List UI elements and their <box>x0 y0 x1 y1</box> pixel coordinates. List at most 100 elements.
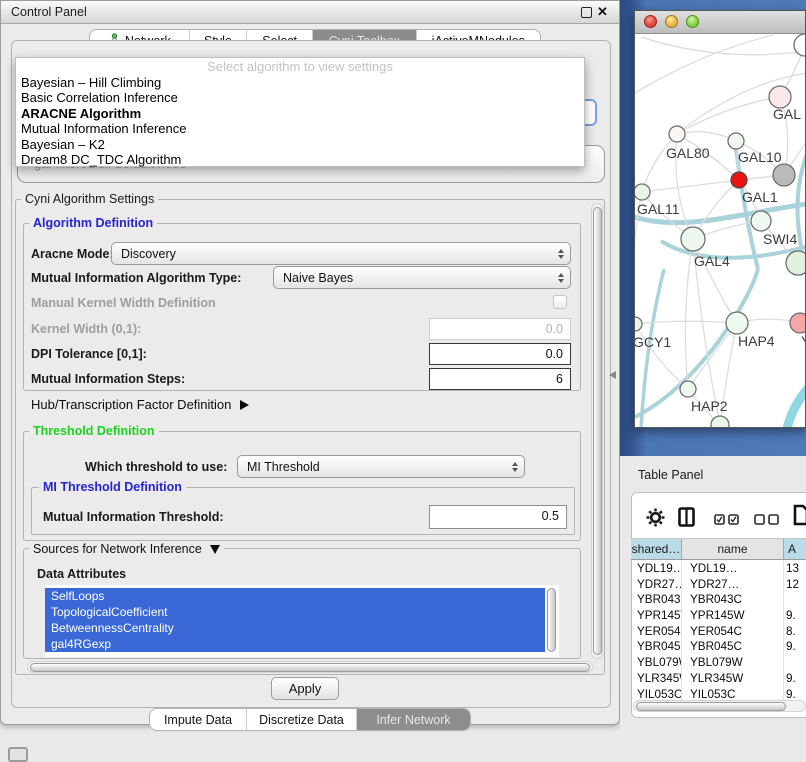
network-node[interactable] <box>711 416 729 427</box>
network-node-gal10[interactable] <box>728 133 744 149</box>
settings-vertical-scrollbar[interactable] <box>591 203 603 659</box>
table-cell[interactable]: YLR345W <box>682 671 784 687</box>
minimize-traffic-light[interactable] <box>665 15 678 28</box>
table-cell[interactable]: YBR043C <box>682 592 784 608</box>
table-horizontal-scrollbar-thumb[interactable] <box>636 702 786 711</box>
network-node-y[interactable] <box>790 313 805 333</box>
table-row[interactable]: YER054CYER054C8. <box>631 624 806 640</box>
table-cell[interactable]: YDR27… <box>682 577 784 593</box>
table-cell[interactable]: YDR27… <box>631 577 682 593</box>
minimized-panel-icon[interactable] <box>8 747 28 762</box>
table-row[interactable]: YPR145WYPR145W9. <box>631 608 806 624</box>
table-cell[interactable]: YIL053C <box>682 687 784 701</box>
dpi-tolerance-input[interactable]: 0.0 <box>429 343 571 365</box>
attribute-list-item[interactable]: SelfLoops <box>45 588 545 604</box>
table-row[interactable]: YLR345WYLR345W9. <box>631 671 806 687</box>
network-node-swi4[interactable] <box>751 211 771 231</box>
sources-legend[interactable]: Sources for Network Inference <box>29 542 224 556</box>
dropdown-item[interactable]: Bayesian – K2 <box>16 137 584 152</box>
aracne-mode-combobox[interactable]: Discovery <box>111 242 571 265</box>
network-node-gal1[interactable] <box>731 172 747 188</box>
zoom-traffic-light[interactable] <box>686 15 699 28</box>
table-cell[interactable]: YBL079W <box>631 655 682 671</box>
split-panel-icon[interactable] <box>678 507 695 532</box>
table-row[interactable]: YBL079WYBL079W <box>631 655 806 671</box>
mi-steps-input[interactable]: 6 <box>429 368 571 390</box>
close-traffic-light[interactable] <box>644 15 657 28</box>
network-node-gal[interactable] <box>769 86 791 108</box>
table-cell[interactable]: 13 <box>784 561 806 577</box>
network-node[interactable] <box>786 251 805 275</box>
dropdown-item[interactable]: Dream8 DC_TDC Algorithm <box>16 152 584 167</box>
settings-horizontal-scrollbar-thumb[interactable] <box>30 663 590 672</box>
kernel-width-input[interactable]: 0.0 <box>429 318 571 340</box>
network-window-titlebar[interactable] <box>635 11 805 34</box>
hub-definition-section[interactable]: Hub/Transcription Factor Definition <box>31 397 249 412</box>
table-cell[interactable]: YBR045C <box>682 639 784 655</box>
settings-vertical-scrollbar-thumb[interactable] <box>593 207 602 655</box>
table-cell[interactable]: YIL053C <box>631 687 682 701</box>
apply-button[interactable]: Apply <box>271 677 339 700</box>
table-cell[interactable]: YER054C <box>631 624 682 640</box>
network-node-gal4[interactable] <box>681 227 705 251</box>
table-cell[interactable] <box>784 655 806 671</box>
table-cell[interactable]: YBL079W <box>682 655 784 671</box>
table-cell[interactable]: YPR145W <box>631 608 682 624</box>
table-row[interactable]: YDL19…YDL19…13 <box>631 561 806 577</box>
network-node-gal80[interactable] <box>669 126 685 142</box>
which-threshold-combobox[interactable]: MI Threshold <box>237 455 525 478</box>
network-node-gcy1[interactable] <box>635 317 642 331</box>
deselect-all-icon[interactable] <box>754 512 780 530</box>
tab-infer-network[interactable]: Infer Network <box>357 709 470 730</box>
mi-type-combobox[interactable]: Naive Bayes <box>273 266 571 289</box>
table-horizontal-scrollbar[interactable] <box>633 700 806 712</box>
select-all-icon[interactable] <box>714 512 740 530</box>
table-cell[interactable]: 9. <box>784 671 806 687</box>
column-header-partial[interactable]: A <box>784 539 806 559</box>
dropdown-item[interactable]: ARACNE Algorithm <box>16 106 584 121</box>
table-cell[interactable]: 9. <box>784 639 806 655</box>
new-table-icon[interactable] <box>793 504 806 531</box>
float-window-icon[interactable] <box>581 7 592 18</box>
attribute-list-item[interactable]: BetweennessCentrality <box>45 620 545 636</box>
close-icon[interactable]: ✕ <box>597 4 608 20</box>
dropdown-item[interactable]: Mutual Information Inference <box>16 121 584 136</box>
table-cell[interactable]: YBR043C <box>631 592 682 608</box>
table-cell[interactable]: YER054C <box>682 624 784 640</box>
table-cell[interactable]: 9. <box>784 687 806 701</box>
dropdown-item[interactable]: Basic Correlation Inference <box>16 90 584 105</box>
tab-impute-data[interactable]: Impute Data <box>150 709 247 730</box>
table-cell[interactable]: YDL19… <box>631 561 682 577</box>
table-cell[interactable] <box>784 592 806 608</box>
column-header-name[interactable]: name <box>682 539 784 559</box>
settings-horizontal-scrollbar[interactable] <box>27 661 593 673</box>
table-row[interactable]: YBR045CYBR045C9. <box>631 639 806 655</box>
table-cell[interactable]: YDL19… <box>682 561 784 577</box>
control-panel-titlebar[interactable]: Control Panel ✕ <box>1 1 619 24</box>
network-node-gal11[interactable] <box>635 184 650 200</box>
attribute-list-item[interactable]: gal4RGexp <box>45 636 545 652</box>
mi-threshold-input[interactable]: 0.5 <box>429 505 567 529</box>
attributes-scrollbar-thumb[interactable] <box>547 588 556 652</box>
table-row[interactable]: YIL053CYIL053C9. <box>631 687 806 701</box>
attribute-list-item[interactable]: TopologicalCoefficient <box>45 604 545 620</box>
column-header-shared-name[interactable]: shared… <box>631 539 682 559</box>
splitter-arrow-icon[interactable] <box>609 371 616 379</box>
network-node-hap2[interactable] <box>680 381 696 397</box>
table-cell[interactable]: 9. <box>784 608 806 624</box>
network-canvas[interactable]: GALGAL80GAL10GAL1GAL11SWI4GAL4GCY1HAP4YH… <box>635 34 805 427</box>
table-row[interactable]: YDR27…YDR27…12 <box>631 577 806 593</box>
table-cell[interactable]: 8. <box>784 624 806 640</box>
table-cell[interactable]: YPR145W <box>682 608 784 624</box>
manual-kernel-checkbox[interactable] <box>553 295 567 309</box>
gear-icon[interactable] <box>646 508 665 532</box>
threshold-definition-legend: Threshold Definition <box>29 424 159 438</box>
table-cell[interactable]: 12 <box>784 577 806 593</box>
table-row[interactable]: YBR043CYBR043C <box>631 592 806 608</box>
network-node-hap4[interactable] <box>726 312 748 334</box>
table-cell[interactable]: YLR345W <box>631 671 682 687</box>
table-cell[interactable]: YBR045C <box>631 639 682 655</box>
tab-discretize-data[interactable]: Discretize Data <box>247 709 357 730</box>
network-node[interactable] <box>773 164 795 186</box>
dropdown-item[interactable]: Bayesian – Hill Climbing <box>16 75 584 90</box>
